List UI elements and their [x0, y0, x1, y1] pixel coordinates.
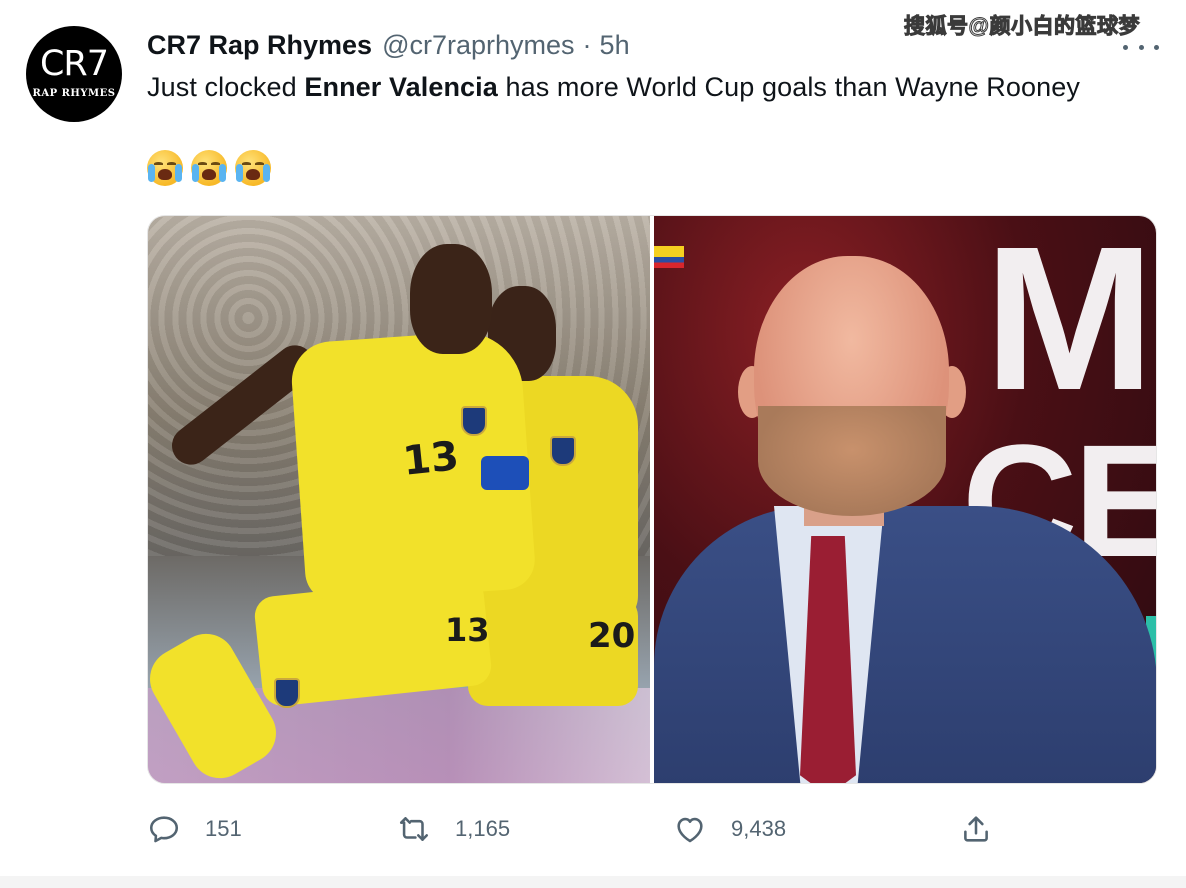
media-grid: 13 13 20 M CE — [147, 215, 1157, 784]
captain-armband — [481, 456, 529, 490]
like-count: 9,438 — [731, 816, 787, 841]
retweet-count: 1,165 — [455, 816, 511, 841]
author-name[interactable]: CR7 Rap Rhymes — [147, 30, 372, 61]
beard — [758, 406, 946, 516]
tweet-header: CR7 Rap Rhymes @cr7raprhymes · 5h — [147, 30, 630, 62]
avatar[interactable]: CR7 RAP RHYMES — [26, 26, 122, 122]
player1-head — [410, 244, 492, 354]
separator-dot: · — [582, 30, 592, 60]
share-icon — [964, 816, 988, 842]
suit-jacket — [654, 506, 1156, 783]
retweet-icon — [399, 817, 429, 841]
ecuador-crest-icon — [550, 436, 576, 466]
ecuador-crest-icon — [461, 406, 487, 436]
more-dot — [1123, 44, 1128, 50]
shorts-number: 13 — [445, 611, 490, 649]
loudly-crying-face-icon — [235, 150, 271, 186]
emoji-row — [147, 150, 271, 186]
ecuador-crest-icon — [274, 678, 300, 708]
reply-button[interactable]: 151 — [147, 812, 242, 846]
tweet-text-bold: Enner Valencia — [304, 72, 498, 102]
more-dot — [1138, 44, 1144, 50]
tweet[interactable]: CR7 RAP RHYMES CR7 Rap Rhymes @cr7raprhy… — [0, 0, 1186, 888]
loudly-crying-face-icon — [147, 150, 183, 186]
reply-count: 151 — [205, 816, 242, 841]
photo-valencia-celebration[interactable]: 13 13 20 — [148, 216, 650, 783]
avatar-logo-subtext: RAP RHYMES — [32, 88, 116, 99]
tweet-text-part2: has more World Cup goals than Wayne Roon… — [497, 72, 1080, 102]
timestamp[interactable]: 5h — [600, 30, 630, 61]
more-dot — [1154, 44, 1159, 50]
heart-icon — [677, 817, 703, 843]
share-button[interactable] — [959, 812, 993, 846]
like-button[interactable]: 9,438 — [673, 812, 786, 846]
author-handle[interactable]: @cr7raprhymes — [382, 30, 574, 61]
shirt-number: 13 — [400, 433, 461, 485]
background-text: M — [984, 216, 1155, 433]
tweet-text-part1: Just clocked — [147, 72, 305, 102]
avatar-logo-text: CR7 — [39, 44, 109, 84]
shorts-number-teammate: 20 — [588, 616, 636, 656]
loudly-crying-face-icon — [191, 150, 227, 186]
more-options-icon[interactable] — [1123, 40, 1159, 54]
divider — [0, 876, 1186, 888]
tweet-actions: 151 1,165 9,438 — [147, 812, 1157, 848]
reply-icon — [149, 816, 179, 843]
ecuador-flag-icon — [654, 246, 684, 268]
tweet-text: Just clocked Enner Valencia has more Wor… — [147, 72, 1080, 103]
retweet-button[interactable]: 1,165 — [397, 812, 510, 846]
watermark: 搜狐号@颜小白的篮球梦 — [904, 15, 1140, 39]
photo-rooney-studio[interactable]: M CE — [654, 216, 1156, 783]
